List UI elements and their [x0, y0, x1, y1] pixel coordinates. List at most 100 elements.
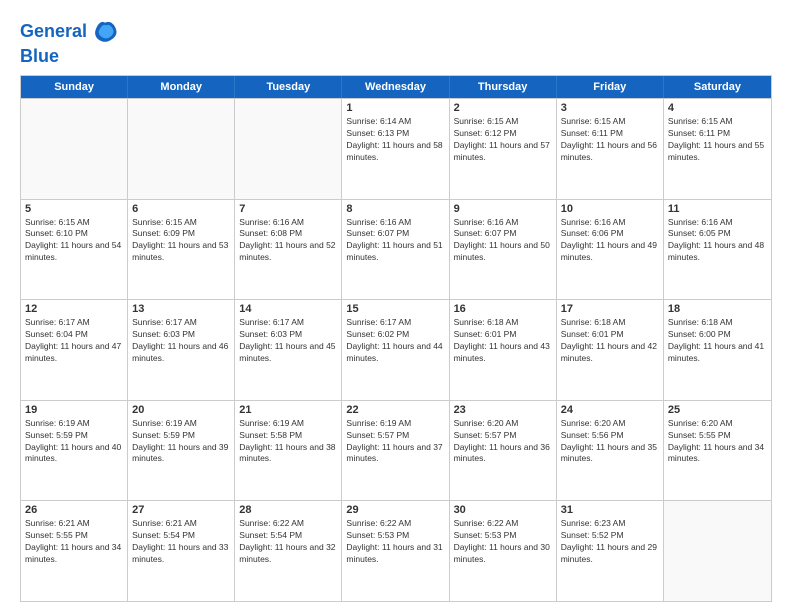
calendar-cell: 6Sunrise: 6:15 AM Sunset: 6:09 PM Daylig… — [128, 200, 235, 300]
day-info: Sunrise: 6:16 AM Sunset: 6:07 PM Dayligh… — [346, 217, 444, 265]
day-info: Sunrise: 6:17 AM Sunset: 6:03 PM Dayligh… — [132, 317, 230, 365]
day-number: 10 — [561, 203, 659, 215]
day-info: Sunrise: 6:16 AM Sunset: 6:08 PM Dayligh… — [239, 217, 337, 265]
day-info: Sunrise: 6:22 AM Sunset: 5:53 PM Dayligh… — [346, 518, 444, 566]
calendar-cell: 27 Sunrise: 6:21 AM Sunset: 5:54 PM Dayli… — [128, 501, 235, 601]
calendar-cell: 31Sunrise: 6:23 AM Sunset: 5:52 PM Dayli… — [557, 501, 664, 601]
day-number: 8 — [346, 203, 444, 215]
calendar-cell: 5 Sunrise: 6:15 AM Sunset: 6:10 PM Daylig… — [21, 200, 128, 300]
day-number: 31 — [561, 504, 659, 516]
day-number: 15 — [346, 303, 444, 315]
calendar-cell: 15 Sunrise: 6:17 AM Sunset: 6:02 PM Dayli… — [342, 300, 449, 400]
calendar-cell: 25 Sunrise: 6:20 AM Sunset: 5:55 PM Dayli… — [664, 401, 771, 501]
calendar-cell: 28Sunrise: 6:22 AM Sunset: 5:54 PM Dayli… — [235, 501, 342, 601]
calendar-cell: 12Sunrise: 6:17 AM Sunset: 6:04 PM Dayli… — [21, 300, 128, 400]
day-info: Sunrise: 6:15 AM Sunset: 6:11 PM Dayligh… — [668, 116, 767, 164]
calendar-cell — [128, 99, 235, 199]
day-number: 4 — [668, 102, 767, 114]
day-info: Sunrise: 6:18 AM Sunset: 6:01 PM Dayligh… — [454, 317, 552, 365]
day-number: 7 — [239, 203, 337, 215]
day-number: 23 — [454, 404, 552, 416]
day-info: Sunrise: 6:15 AM Sunset: 6:10 PM Dayligh… — [25, 217, 123, 265]
day-info: Sunrise: 6:19 AM Sunset: 5:59 PM Dayligh… — [25, 418, 123, 466]
day-info: Sunrise: 6:20 AM Sunset: 5:57 PM Dayligh… — [454, 418, 552, 466]
calendar-cell: 13Sunrise: 6:17 AM Sunset: 6:03 PM Dayli… — [128, 300, 235, 400]
calendar-cell: 4 Sunrise: 6:15 AM Sunset: 6:11 PM Daylig… — [664, 99, 771, 199]
day-number: 29 — [346, 504, 444, 516]
calendar-row: 5 Sunrise: 6:15 AM Sunset: 6:10 PM Daylig… — [21, 199, 771, 300]
calendar-body: 1Sunrise: 6:14 AM Sunset: 6:13 PM Daylig… — [21, 98, 771, 601]
weekday-header: Friday — [557, 76, 664, 98]
day-info: Sunrise: 6:21 AM Sunset: 5:54 PM Dayligh… — [132, 518, 230, 566]
calendar-cell: 10 Sunrise: 6:16 AM Sunset: 6:06 PM Dayli… — [557, 200, 664, 300]
day-number: 2 — [454, 102, 552, 114]
calendar-cell: 18 Sunrise: 6:18 AM Sunset: 6:00 PM Dayli… — [664, 300, 771, 400]
calendar-cell: 3 Sunrise: 6:15 AM Sunset: 6:11 PM Daylig… — [557, 99, 664, 199]
calendar-cell: 8 Sunrise: 6:16 AM Sunset: 6:07 PM Daylig… — [342, 200, 449, 300]
day-info: Sunrise: 6:20 AM Sunset: 5:56 PM Dayligh… — [561, 418, 659, 466]
day-number: 17 — [561, 303, 659, 315]
day-info: Sunrise: 6:14 AM Sunset: 6:13 PM Dayligh… — [346, 116, 444, 164]
calendar-row: 1Sunrise: 6:14 AM Sunset: 6:13 PM Daylig… — [21, 98, 771, 199]
day-info: Sunrise: 6:16 AM Sunset: 6:06 PM Dayligh… — [561, 217, 659, 265]
page: General Blue SundayMondayTuesdayWednesda… — [0, 0, 792, 612]
day-number: 5 — [25, 203, 123, 215]
day-number: 20 — [132, 404, 230, 416]
day-info: Sunrise: 6:19 AM Sunset: 5:58 PM Dayligh… — [239, 418, 337, 466]
calendar-cell: 21 Sunrise: 6:19 AM Sunset: 5:58 PM Dayli… — [235, 401, 342, 501]
day-info: Sunrise: 6:18 AM Sunset: 6:00 PM Dayligh… — [668, 317, 767, 365]
logo: General Blue — [20, 18, 119, 67]
day-info: Sunrise: 6:17 AM Sunset: 6:04 PM Dayligh… — [25, 317, 123, 365]
calendar-cell: 23 Sunrise: 6:20 AM Sunset: 5:57 PM Dayli… — [450, 401, 557, 501]
calendar-cell: 29 Sunrise: 6:22 AM Sunset: 5:53 PM Dayli… — [342, 501, 449, 601]
day-info: Sunrise: 6:19 AM Sunset: 5:59 PM Dayligh… — [132, 418, 230, 466]
calendar-row: 26 Sunrise: 6:21 AM Sunset: 5:55 PM Dayli… — [21, 500, 771, 601]
day-number: 6 — [132, 203, 230, 215]
header: General Blue — [20, 18, 772, 67]
day-info: Sunrise: 6:16 AM Sunset: 6:05 PM Dayligh… — [668, 217, 767, 265]
calendar-cell: 2 Sunrise: 6:15 AM Sunset: 6:12 PM Daylig… — [450, 99, 557, 199]
weekday-header: Sunday — [21, 76, 128, 98]
calendar-cell: 22 Sunrise: 6:19 AM Sunset: 5:57 PM Dayli… — [342, 401, 449, 501]
day-info: Sunrise: 6:17 AM Sunset: 6:02 PM Dayligh… — [346, 317, 444, 365]
day-number: 3 — [561, 102, 659, 114]
calendar-cell — [21, 99, 128, 199]
calendar-row: 12Sunrise: 6:17 AM Sunset: 6:04 PM Dayli… — [21, 299, 771, 400]
day-number: 9 — [454, 203, 552, 215]
day-number: 22 — [346, 404, 444, 416]
day-number: 30 — [454, 504, 552, 516]
calendar-cell: 17Sunrise: 6:18 AM Sunset: 6:01 PM Dayli… — [557, 300, 664, 400]
day-info: Sunrise: 6:20 AM Sunset: 5:55 PM Dayligh… — [668, 418, 767, 466]
calendar-cell: 9 Sunrise: 6:16 AM Sunset: 6:07 PM Daylig… — [450, 200, 557, 300]
calendar-cell: 11 Sunrise: 6:16 AM Sunset: 6:05 PM Dayli… — [664, 200, 771, 300]
calendar: SundayMondayTuesdayWednesdayThursdayFrid… — [20, 75, 772, 602]
logo-icon — [91, 18, 119, 46]
logo-text: General — [20, 22, 87, 42]
day-number: 25 — [668, 404, 767, 416]
day-number: 11 — [668, 203, 767, 215]
day-number: 18 — [668, 303, 767, 315]
day-number: 19 — [25, 404, 123, 416]
day-info: Sunrise: 6:16 AM Sunset: 6:07 PM Dayligh… — [454, 217, 552, 265]
day-number: 26 — [25, 504, 123, 516]
calendar-cell: 30Sunrise: 6:22 AM Sunset: 5:53 PM Dayli… — [450, 501, 557, 601]
day-number: 21 — [239, 404, 337, 416]
day-info: Sunrise: 6:21 AM Sunset: 5:55 PM Dayligh… — [25, 518, 123, 566]
day-number: 16 — [454, 303, 552, 315]
day-info: Sunrise: 6:15 AM Sunset: 6:11 PM Dayligh… — [561, 116, 659, 164]
day-number: 14 — [239, 303, 337, 315]
day-info: Sunrise: 6:15 AM Sunset: 6:12 PM Dayligh… — [454, 116, 552, 164]
day-number: 27 — [132, 504, 230, 516]
calendar-cell — [664, 501, 771, 601]
day-info: Sunrise: 6:19 AM Sunset: 5:57 PM Dayligh… — [346, 418, 444, 466]
calendar-cell: 26 Sunrise: 6:21 AM Sunset: 5:55 PM Dayli… — [21, 501, 128, 601]
calendar-cell — [235, 99, 342, 199]
calendar-header: SundayMondayTuesdayWednesdayThursdayFrid… — [21, 76, 771, 98]
logo-blue: Blue — [20, 46, 119, 67]
calendar-cell: 7 Sunrise: 6:16 AM Sunset: 6:08 PM Daylig… — [235, 200, 342, 300]
day-number: 24 — [561, 404, 659, 416]
weekday-header: Monday — [128, 76, 235, 98]
calendar-row: 19 Sunrise: 6:19 AM Sunset: 5:59 PM Dayli… — [21, 400, 771, 501]
weekday-header: Tuesday — [235, 76, 342, 98]
weekday-header: Saturday — [664, 76, 771, 98]
